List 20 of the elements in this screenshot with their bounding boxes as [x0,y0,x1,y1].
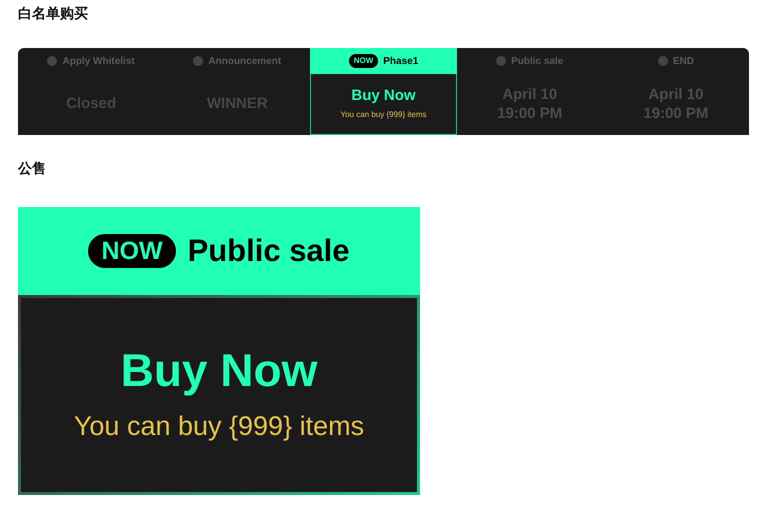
step-dot-icon [496,56,506,66]
buy-now-label: Buy Now [351,86,416,106]
stage-label: Apply Whitelist [62,54,135,68]
buy-now-panel[interactable]: Buy Now You can buy {999} items [310,74,457,135]
stage-label: Public sale [511,54,564,68]
purchase-limit-text: You can buy {999} items [74,410,364,444]
now-badge: NOW [348,54,378,68]
step-dot-icon [47,56,58,66]
sale-title: Public sale [188,232,350,270]
stage-label: Announcement [208,54,282,68]
buy-now-panel[interactable]: Buy Now You can buy {999} items [18,295,420,495]
step-dot-icon [193,56,204,66]
step-dot-icon [658,56,668,66]
purchase-limit-text: You can buy {999} items [340,109,426,122]
buy-now-label: Buy Now [120,343,318,398]
stage-label: Phase1 [383,54,418,68]
stage-label: END [672,54,694,68]
section-heading: 白名单购买 [18,4,88,23]
now-badge: NOW [88,234,176,268]
section-heading: 公售 [18,159,46,178]
